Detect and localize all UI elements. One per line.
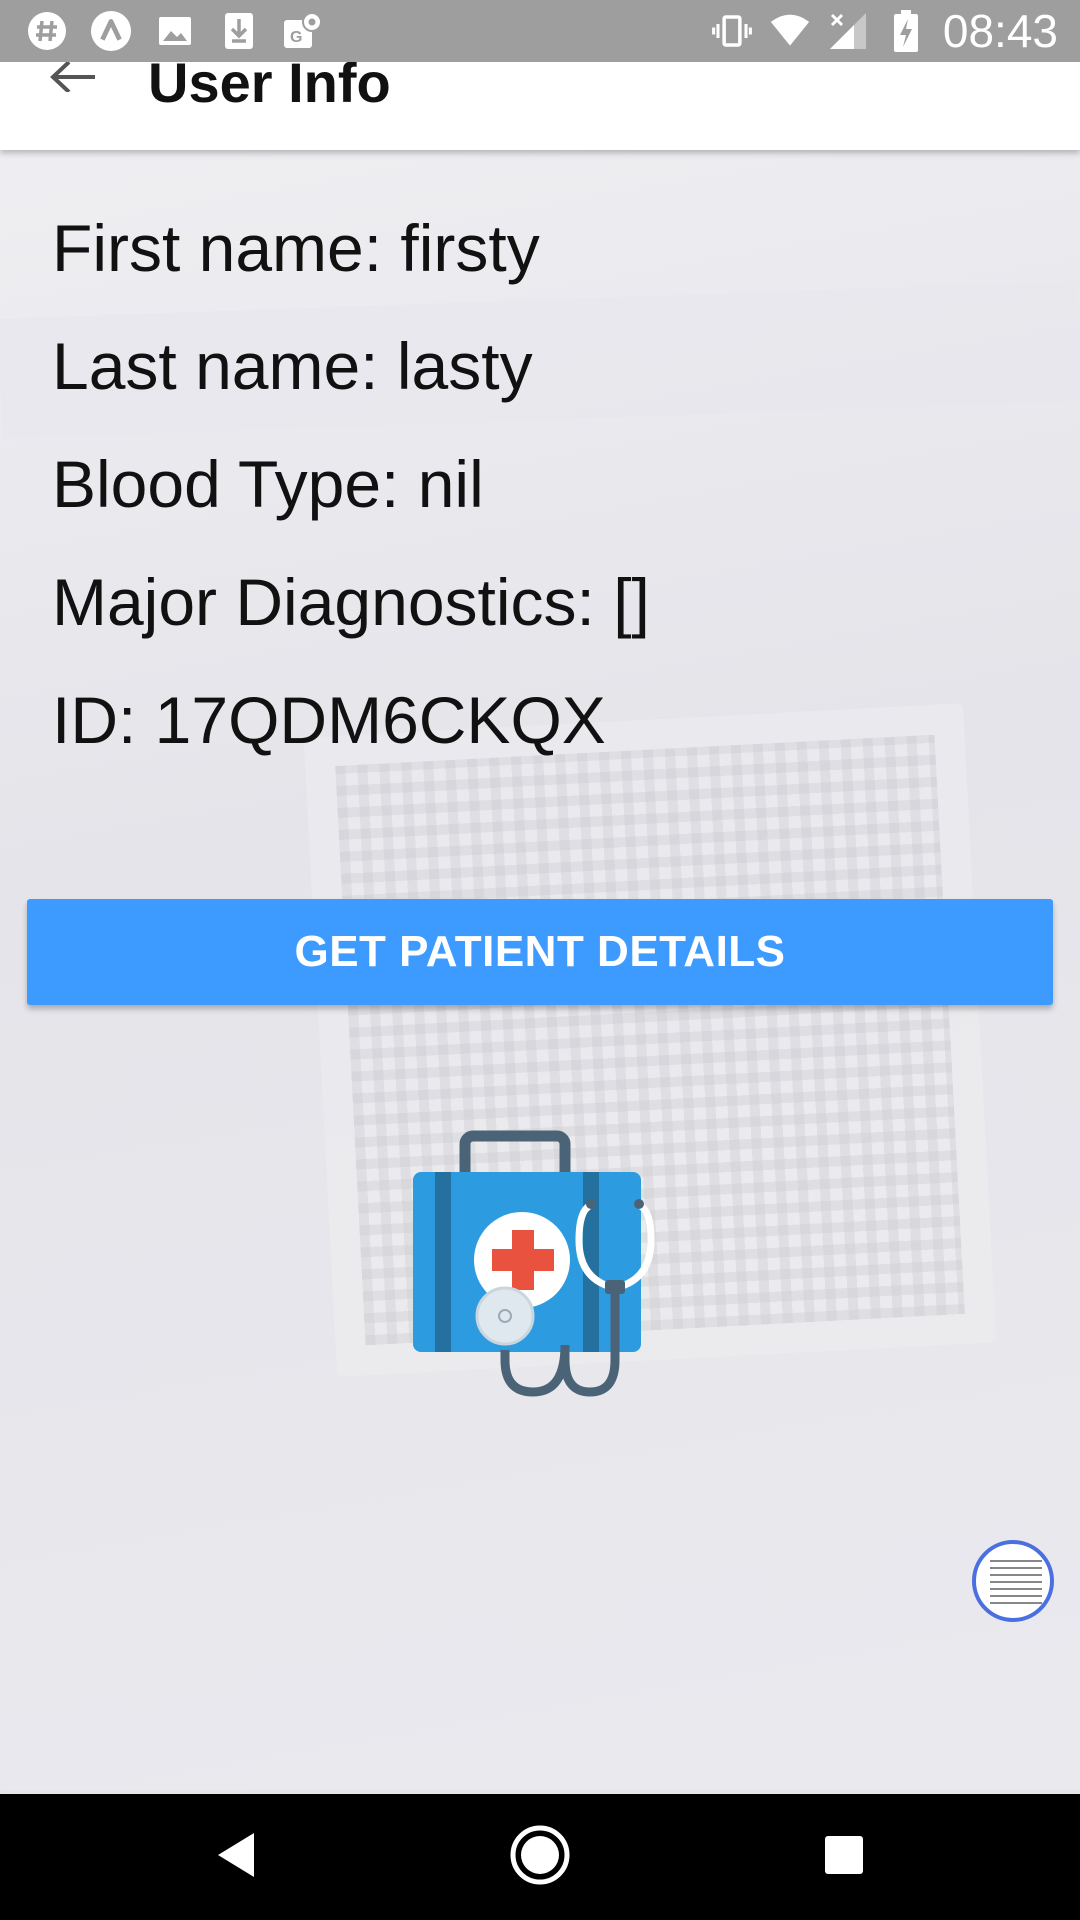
system-navigation-bar <box>0 1794 1080 1920</box>
arrow-back-icon <box>49 60 99 97</box>
system-icons: 08:43 <box>711 4 1080 58</box>
first-name-text: First name: firsty <box>52 211 540 285</box>
notification-icons: G <box>0 10 324 52</box>
nav-home-button[interactable] <box>480 1794 600 1920</box>
blood-type-text: Blood Type: nil <box>52 447 484 521</box>
status-clock: 08:43 <box>942 5 1058 57</box>
recents-square-icon <box>822 1833 866 1882</box>
last-name-text: Last name: lasty <box>52 329 533 403</box>
a-circle-icon <box>90 10 132 52</box>
nav-back-button[interactable] <box>176 1794 296 1920</box>
floating-screenshot-bubble[interactable] <box>972 1540 1054 1622</box>
download-icon <box>218 10 260 52</box>
bubble-thumbnail <box>990 1560 1042 1608</box>
back-button[interactable] <box>44 60 104 94</box>
hash-icon <box>26 10 68 52</box>
svg-text:G: G <box>290 29 302 46</box>
image-icon <box>154 10 196 52</box>
signal-icon <box>827 10 869 52</box>
screen: G 08:43 User Info First name: firsty Las… <box>0 0 1080 1920</box>
back-triangle-icon <box>214 1830 258 1885</box>
major-diagnostics-text: Major Diagnostics: [] <box>52 565 650 639</box>
battery-charging-icon <box>885 10 927 52</box>
medical-kit-icon <box>405 1130 695 1410</box>
wifi-icon <box>769 10 811 52</box>
home-circle-icon <box>508 1823 572 1892</box>
app-bar: User Info <box>0 51 1080 150</box>
get-patient-details-button[interactable]: GET PATIENT DETAILS <box>27 899 1053 1005</box>
nav-recents-button[interactable] <box>784 1794 904 1920</box>
status-bar: G 08:43 <box>0 0 1080 62</box>
vibrate-icon <box>711 10 753 52</box>
user-id-text: ID: 17QDM6CKQX <box>52 683 606 757</box>
maps-icon: G <box>282 10 324 52</box>
